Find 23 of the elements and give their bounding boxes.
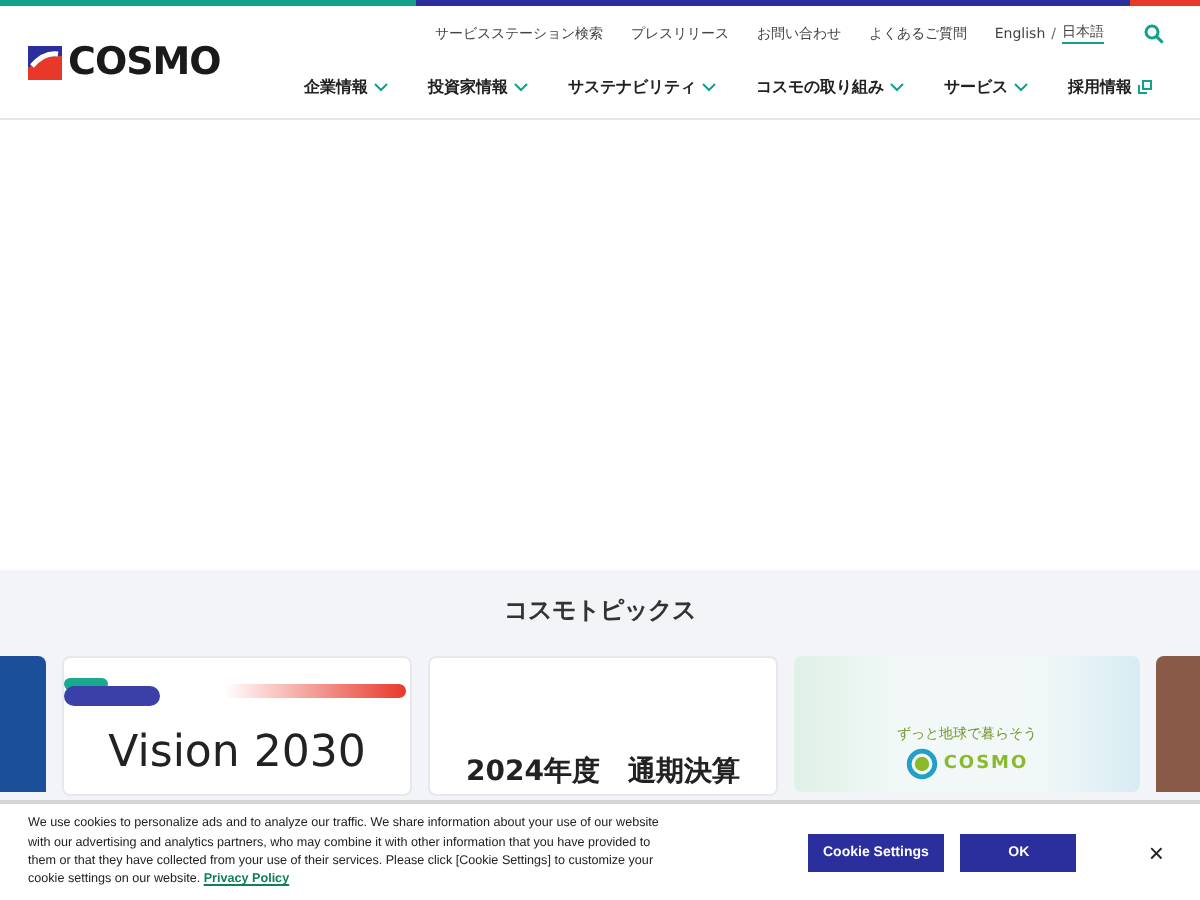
eco-logo-icon xyxy=(905,748,938,780)
chevron-down-icon xyxy=(514,81,528,91)
card-brand: COSMO xyxy=(943,754,1029,774)
topic-card[interactable]: 2024年度 通期決算 xyxy=(428,656,778,796)
search-icon[interactable] xyxy=(1144,23,1164,43)
chevron-down-icon xyxy=(890,81,904,91)
nav-item[interactable]: 企業情報 xyxy=(304,75,388,97)
nav-item[interactable]: コスモの取り組み xyxy=(756,75,904,97)
section-title: コスモトピックス xyxy=(504,594,696,628)
logo-text[interactable]: COSMO xyxy=(68,40,221,84)
chevron-down-icon xyxy=(702,81,716,91)
nav-item[interactable]: サステナビリティ xyxy=(568,75,716,97)
external-link-icon xyxy=(1138,79,1152,93)
nav-item[interactable]: サービス xyxy=(944,75,1028,97)
card-title: Vision 2030 xyxy=(108,728,366,778)
card-title: 2024年度 通期決算 xyxy=(466,754,740,790)
chevron-down-icon xyxy=(374,81,388,91)
close-button[interactable]: × xyxy=(1140,837,1172,867)
logo-icon xyxy=(28,45,62,79)
nav-item[interactable]: 採用情報 xyxy=(1068,75,1152,97)
topic-card[interactable]: Vision 2030 xyxy=(62,656,412,796)
chevron-down-icon xyxy=(1014,81,1028,91)
nav-item[interactable]: 投資家情報 xyxy=(428,75,528,97)
